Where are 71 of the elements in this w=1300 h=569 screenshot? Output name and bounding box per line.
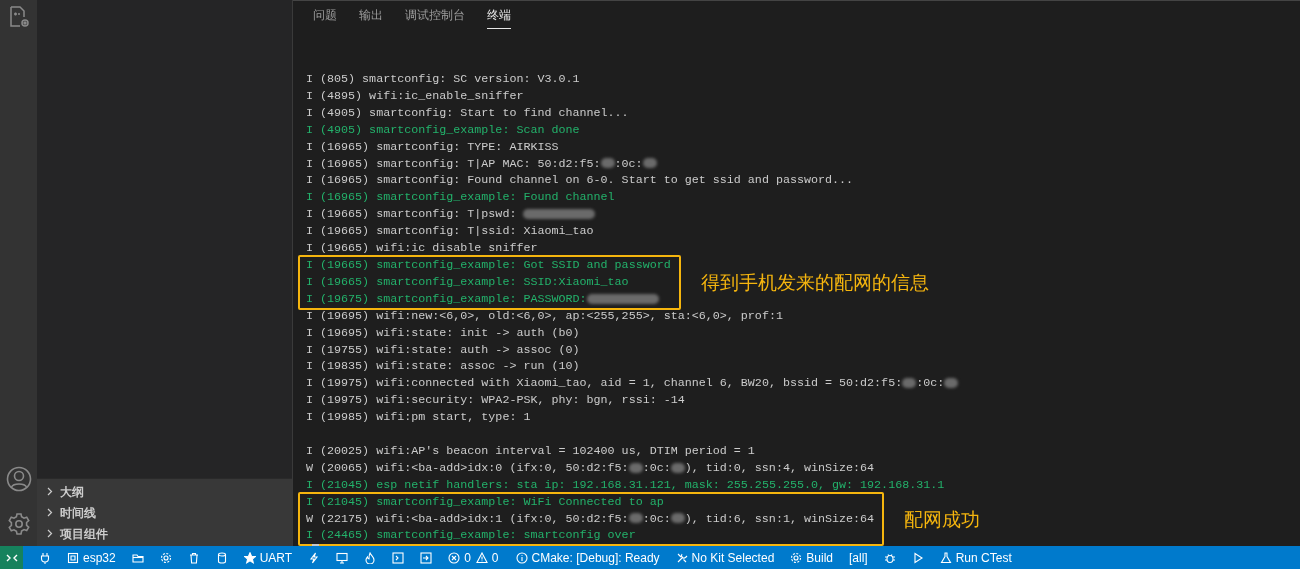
play-icon [911, 551, 924, 564]
trash-icon [187, 551, 200, 564]
gear-icon [790, 551, 803, 564]
database-icon [215, 551, 228, 564]
monitor-icon [336, 551, 349, 564]
status-item[interactable]: esp32 [59, 546, 124, 569]
log-line: I (4895) wifi:ic_enable_sniffer [305, 87, 524, 105]
panel-tab[interactable]: 问题 [313, 7, 337, 29]
error-icon [448, 551, 461, 564]
flame-icon [364, 551, 377, 564]
log-line: I (16965) smartconfig: Found channel on 6-0. Start to get ssid and password... [305, 172, 854, 190]
log-line: I (19695) wifi:new:<6,0>, old:<6,0>, ap:<255,255>, sta:<6,0>, prof:1 [305, 307, 783, 325]
status-item[interactable]: Build [782, 546, 841, 569]
warning-icon [475, 551, 488, 564]
log-line: I (16965) smartconfig: TYPE: AIRKISS [305, 138, 559, 156]
log-line: I (19665) smartconfig: T|ssid: Xiaomi_tao [305, 223, 594, 241]
log-line: I (16965) smartconfig_example: Found channel [305, 189, 615, 207]
bug-icon [883, 551, 896, 564]
star-icon [243, 551, 256, 564]
chevron-icon [45, 487, 54, 496]
log-line: I (19755) wifi:state: auth -> assoc (0) [305, 341, 580, 359]
status-item[interactable]: [all] [841, 546, 876, 569]
log-line: W (20065) wifi:<ba-add>idx:0 (ifx:0, 50:d2:f5: :0c: ), tid:0, ssn:4, winSize:64 [305, 459, 875, 477]
enter-icon [420, 551, 433, 564]
panel-tab[interactable]: 调试控制台 [405, 7, 465, 29]
status-item[interactable]: CMake: [Debug]: Ready [507, 546, 668, 569]
log-line: I (19975) wifi:security: WPA2-PSK, phy: bgn, rssi: -14 [305, 392, 685, 410]
log-line: I (805) smartconfig: SC version: V3.0.1 [305, 71, 580, 88]
log-line: I (4905) smartconfig_example: Scan done [305, 121, 580, 139]
settings-icon[interactable] [6, 512, 31, 536]
gear-icon [159, 551, 172, 564]
tools-icon [675, 551, 688, 564]
info-icon [515, 551, 528, 564]
chevron-icon [45, 529, 54, 538]
folder-icon [131, 551, 144, 564]
terminal-icon [392, 551, 405, 564]
log-line: I (19695) wifi:state: init -> auth (b0) [305, 324, 580, 342]
section-header[interactable]: 大纲 [37, 481, 292, 502]
log-line: W (22175) wifi:<ba-add>idx:1 (ifx:0, 50:d2:f5: :0c: ), tid:6, ssn:1, winSize:64 [305, 510, 875, 528]
log-line: I (4905) smartconfig: Start to find channel... [305, 104, 629, 122]
log-line: I (19835) wifi:state: assoc -> run (10) [305, 358, 580, 376]
chevron-icon [45, 508, 54, 517]
section-header[interactable]: 项目组件 [37, 523, 292, 544]
flask-icon [939, 551, 952, 564]
log-line: I (19665) smartconfig_example: Got SSID and password [305, 256, 671, 274]
log-line: I (19665) smartconfig: T|pswd: [305, 206, 596, 224]
log-line: I (19675) smartconfig_example: PASSWORD: [305, 290, 659, 308]
log-line: I (19665) smartconfig_example: SSID:Xiaomi_tao [305, 273, 629, 291]
section-header[interactable]: 时间线 [37, 502, 292, 523]
annotation-text: 得到手机发来的配网的信息 [700, 273, 929, 291]
log-line: I (19975) wifi:connected with Xiaomi_tao, aid = 1, channel 6, BW20, bssid = 50:d2:f5: :0c: [305, 375, 959, 393]
log-line: I (24465) smartconfig_example: smartconfig over [305, 527, 636, 545]
log-line: I (21045) esp netif handlers: sta ip: 192.168.31.121, mask: 255.255.255.0, gw: 192.168.31.1 [305, 476, 945, 494]
status-item[interactable]: 0 [472, 546, 502, 569]
chip-icon [67, 551, 79, 564]
plug-icon [39, 551, 51, 564]
flash-icon [308, 551, 321, 564]
log-line: I (16965) smartconfig: T|AP MAC: 50:d2:f5: :0c: [305, 155, 657, 173]
status-item[interactable]: 0 [440, 546, 473, 569]
account-icon[interactable] [5, 466, 32, 492]
status-item[interactable]: UART [235, 546, 301, 569]
annotation-text: 配网成功 [904, 510, 981, 528]
log-line: I (19985) wifi:pm start, type: 1 [305, 409, 531, 427]
panel-tab[interactable]: 输出 [359, 7, 383, 29]
log-line: I (20025) wifi:AP's beacon interval = 102400 us, DTIM period = 1 [305, 442, 755, 460]
remote-button[interactable] [0, 546, 23, 569]
status-item[interactable]: Run CTest [931, 546, 1020, 569]
log-line: I (21045) smartconfig_example: WiFi Connected to ap [305, 493, 664, 511]
status-item[interactable]: No Kit Selected [667, 546, 783, 569]
panel-tab[interactable]: 终端 [487, 7, 511, 29]
log-line: I (19665) wifi:ic disable sniffer [305, 240, 538, 257]
